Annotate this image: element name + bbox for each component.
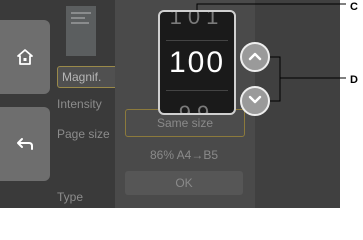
back-icon xyxy=(16,137,34,151)
document-preview xyxy=(66,6,96,56)
spinner-previous-value: 101 xyxy=(169,10,225,29)
spinner-divider xyxy=(166,90,228,91)
magnification-value: 100 xyxy=(168,46,226,79)
ok-button[interactable]: OK xyxy=(125,171,243,195)
decrease-button[interactable] xyxy=(240,86,270,116)
copy-settings-menu: Magnif. Intensity Page size Type xyxy=(57,0,147,208)
home-icon xyxy=(16,48,34,66)
home-button[interactable] xyxy=(0,20,50,94)
chevron-up-icon xyxy=(248,48,262,66)
callout-label-d: D xyxy=(350,74,358,86)
spinner-divider xyxy=(166,40,228,41)
callout-label-c: C xyxy=(350,1,358,13)
spinner-next-value: 99 xyxy=(178,101,216,115)
back-button[interactable] xyxy=(0,107,50,181)
increase-button[interactable] xyxy=(240,42,270,72)
preset-option[interactable]: 86% A4→B5 xyxy=(125,145,243,165)
chevron-down-icon xyxy=(248,92,262,110)
magnification-spinner[interactable]: 101 100 99 xyxy=(158,10,236,115)
